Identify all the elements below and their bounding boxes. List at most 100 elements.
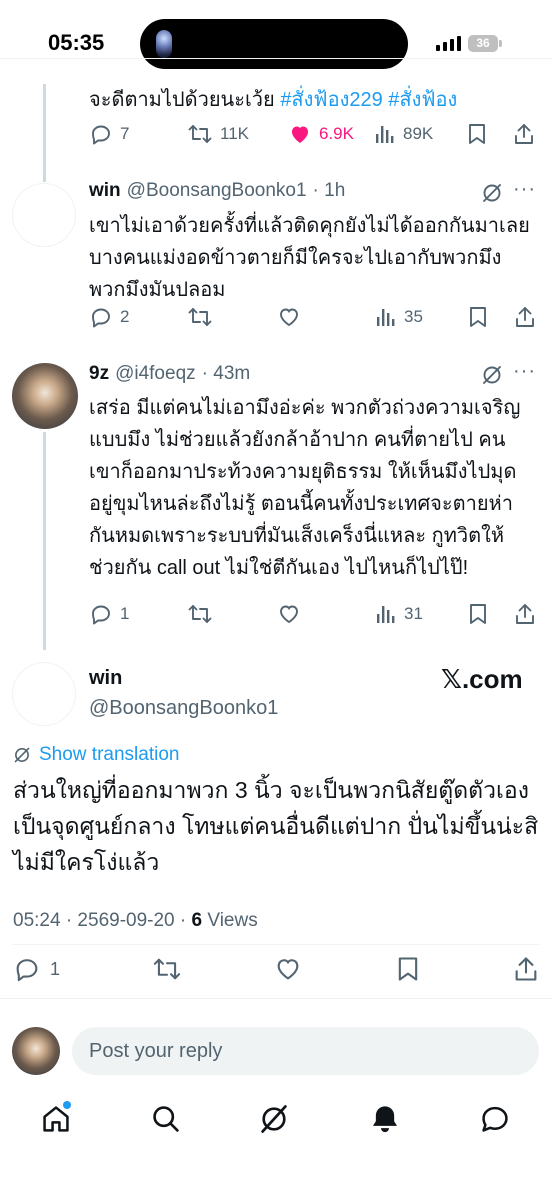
share-button[interactable] <box>514 305 536 329</box>
more-icon[interactable]: ··· <box>513 360 536 383</box>
reply-button[interactable]: 2 <box>89 305 187 329</box>
retweet-icon <box>154 958 181 980</box>
tweet-text-plain: จะดีตามไปด้วยนะเว้ย <box>89 89 281 111</box>
share-button[interactable] <box>513 955 539 983</box>
like-icon <box>280 308 298 327</box>
retweet-button[interactable] <box>187 305 277 329</box>
top-tweet-actions: 7 11K 6.9K 89K <box>89 118 539 150</box>
bookmark-button[interactable] <box>395 955 421 983</box>
nav-notifications[interactable] <box>369 1103 401 1140</box>
views-number: 6 <box>191 910 203 931</box>
bookmark-button[interactable] <box>466 122 513 146</box>
avatar[interactable] <box>12 183 76 247</box>
like-button[interactable] <box>274 955 302 983</box>
reply-count: 7 <box>120 124 130 143</box>
reply-button[interactable]: 1 <box>13 955 60 983</box>
bookmark-icon <box>470 307 486 327</box>
hashtag-link[interactable]: #สั่งฟ้อง229 <box>280 89 382 111</box>
bookmark-icon <box>398 957 417 981</box>
retweet-button[interactable] <box>152 955 182 983</box>
bookmark-icon <box>469 124 485 144</box>
my-avatar[interactable] <box>12 1027 60 1075</box>
nav-messages[interactable] <box>479 1103 511 1140</box>
like-button[interactable] <box>277 305 375 329</box>
views-button[interactable]: 89K <box>374 122 466 146</box>
share-icon <box>515 957 537 981</box>
bookmark-icon <box>470 604 486 624</box>
thread-line <box>43 432 46 650</box>
views-icon <box>376 126 394 143</box>
battery-icon: 36 <box>468 35 498 52</box>
nav-grok[interactable] <box>258 1103 290 1140</box>
reply-placeholder: Post your reply <box>89 1040 223 1062</box>
share-icon <box>516 604 534 624</box>
nav-home[interactable] <box>40 1101 72 1140</box>
like-icon <box>280 605 298 624</box>
reply-input[interactable]: Post your reply <box>72 1027 539 1075</box>
author-handle[interactable]: @i4foeqz <box>115 363 196 385</box>
bookmark-button[interactable] <box>467 305 514 329</box>
reply2-text: เสร่อ มีแต่คนไม่เอามึงอ่ะค่ะ พวกตัวถ่วงค… <box>89 397 521 579</box>
retweet-button[interactable]: 11K <box>187 122 288 146</box>
battery-tip <box>499 40 502 47</box>
meta-divider <box>13 944 539 945</box>
views-button[interactable]: 31 <box>375 602 467 626</box>
retweet-icon <box>188 605 212 623</box>
author-handle[interactable]: @BoonsangBoonko1 <box>89 697 278 720</box>
reply-count: 1 <box>50 958 61 979</box>
bookmark-button[interactable] <box>467 602 514 626</box>
views-count: 89K <box>403 124 434 143</box>
retweet-button[interactable] <box>187 602 277 626</box>
author-name[interactable]: 9z <box>89 363 109 385</box>
grok-icon[interactable] <box>481 364 503 386</box>
views-count: 31 <box>404 604 423 623</box>
share-icon <box>516 307 534 327</box>
show-translation-link[interactable]: Show translation <box>13 744 179 766</box>
reply-button[interactable]: 7 <box>89 122 187 146</box>
share-button[interactable] <box>514 602 536 626</box>
messages-icon <box>482 1106 508 1132</box>
translate-icon <box>14 747 30 763</box>
bottom-nav <box>0 1100 552 1140</box>
main-tweet-actions: 1 <box>13 953 539 985</box>
retweet-icon <box>188 125 212 143</box>
post-time: · 1h <box>312 180 346 201</box>
like-button[interactable] <box>277 602 375 626</box>
nav-search[interactable] <box>150 1103 182 1140</box>
reply1-text: เขาไม่เอาด้วยครั้งที่แล้วติดคุกยังไม่ได้… <box>89 215 530 301</box>
brand-watermark: 𝕏.com <box>441 664 523 694</box>
avatar[interactable] <box>12 363 78 429</box>
like-count: 6.9K <box>319 124 354 143</box>
reply-icon <box>16 959 38 982</box>
flashlight-icon <box>156 30 172 58</box>
retweet-count: 11K <box>220 124 249 143</box>
signal-icon <box>436 36 461 51</box>
author-name[interactable]: win <box>89 180 121 202</box>
notification-dot <box>63 1101 71 1109</box>
like-button[interactable]: 6.9K <box>288 122 374 146</box>
author-name[interactable]: win <box>89 667 122 690</box>
share-button[interactable] <box>513 122 535 146</box>
like-icon <box>292 126 308 143</box>
reply1-actions: 2 35 <box>89 301 539 333</box>
views-icon <box>377 606 395 623</box>
show-translation-label: Show translation <box>39 744 180 765</box>
more-icon[interactable]: ··· <box>513 178 536 201</box>
hashtag-link[interactable]: #สั่งฟ้อง <box>388 89 457 111</box>
reply2-header: 9z @i4foeqz · 43m <box>89 363 250 385</box>
reply2-actions: 1 31 <box>89 598 539 630</box>
post-time: · 43m <box>201 363 251 384</box>
reply1-header: win @BoonsangBoonko1 · 1h <box>89 180 345 202</box>
grok-icon[interactable] <box>481 182 503 204</box>
reply-icon <box>92 125 110 145</box>
reply-count: 1 <box>120 604 130 623</box>
avatar[interactable] <box>12 662 76 726</box>
reply-icon <box>92 308 110 328</box>
like-icon <box>278 959 299 980</box>
grok-icon <box>261 1105 287 1133</box>
views-button[interactable]: 35 <box>375 305 467 329</box>
reply-button[interactable]: 1 <box>89 602 187 626</box>
dynamic-island <box>140 19 408 69</box>
author-handle[interactable]: @BoonsangBoonko1 <box>127 180 307 202</box>
reply-icon <box>92 605 110 625</box>
